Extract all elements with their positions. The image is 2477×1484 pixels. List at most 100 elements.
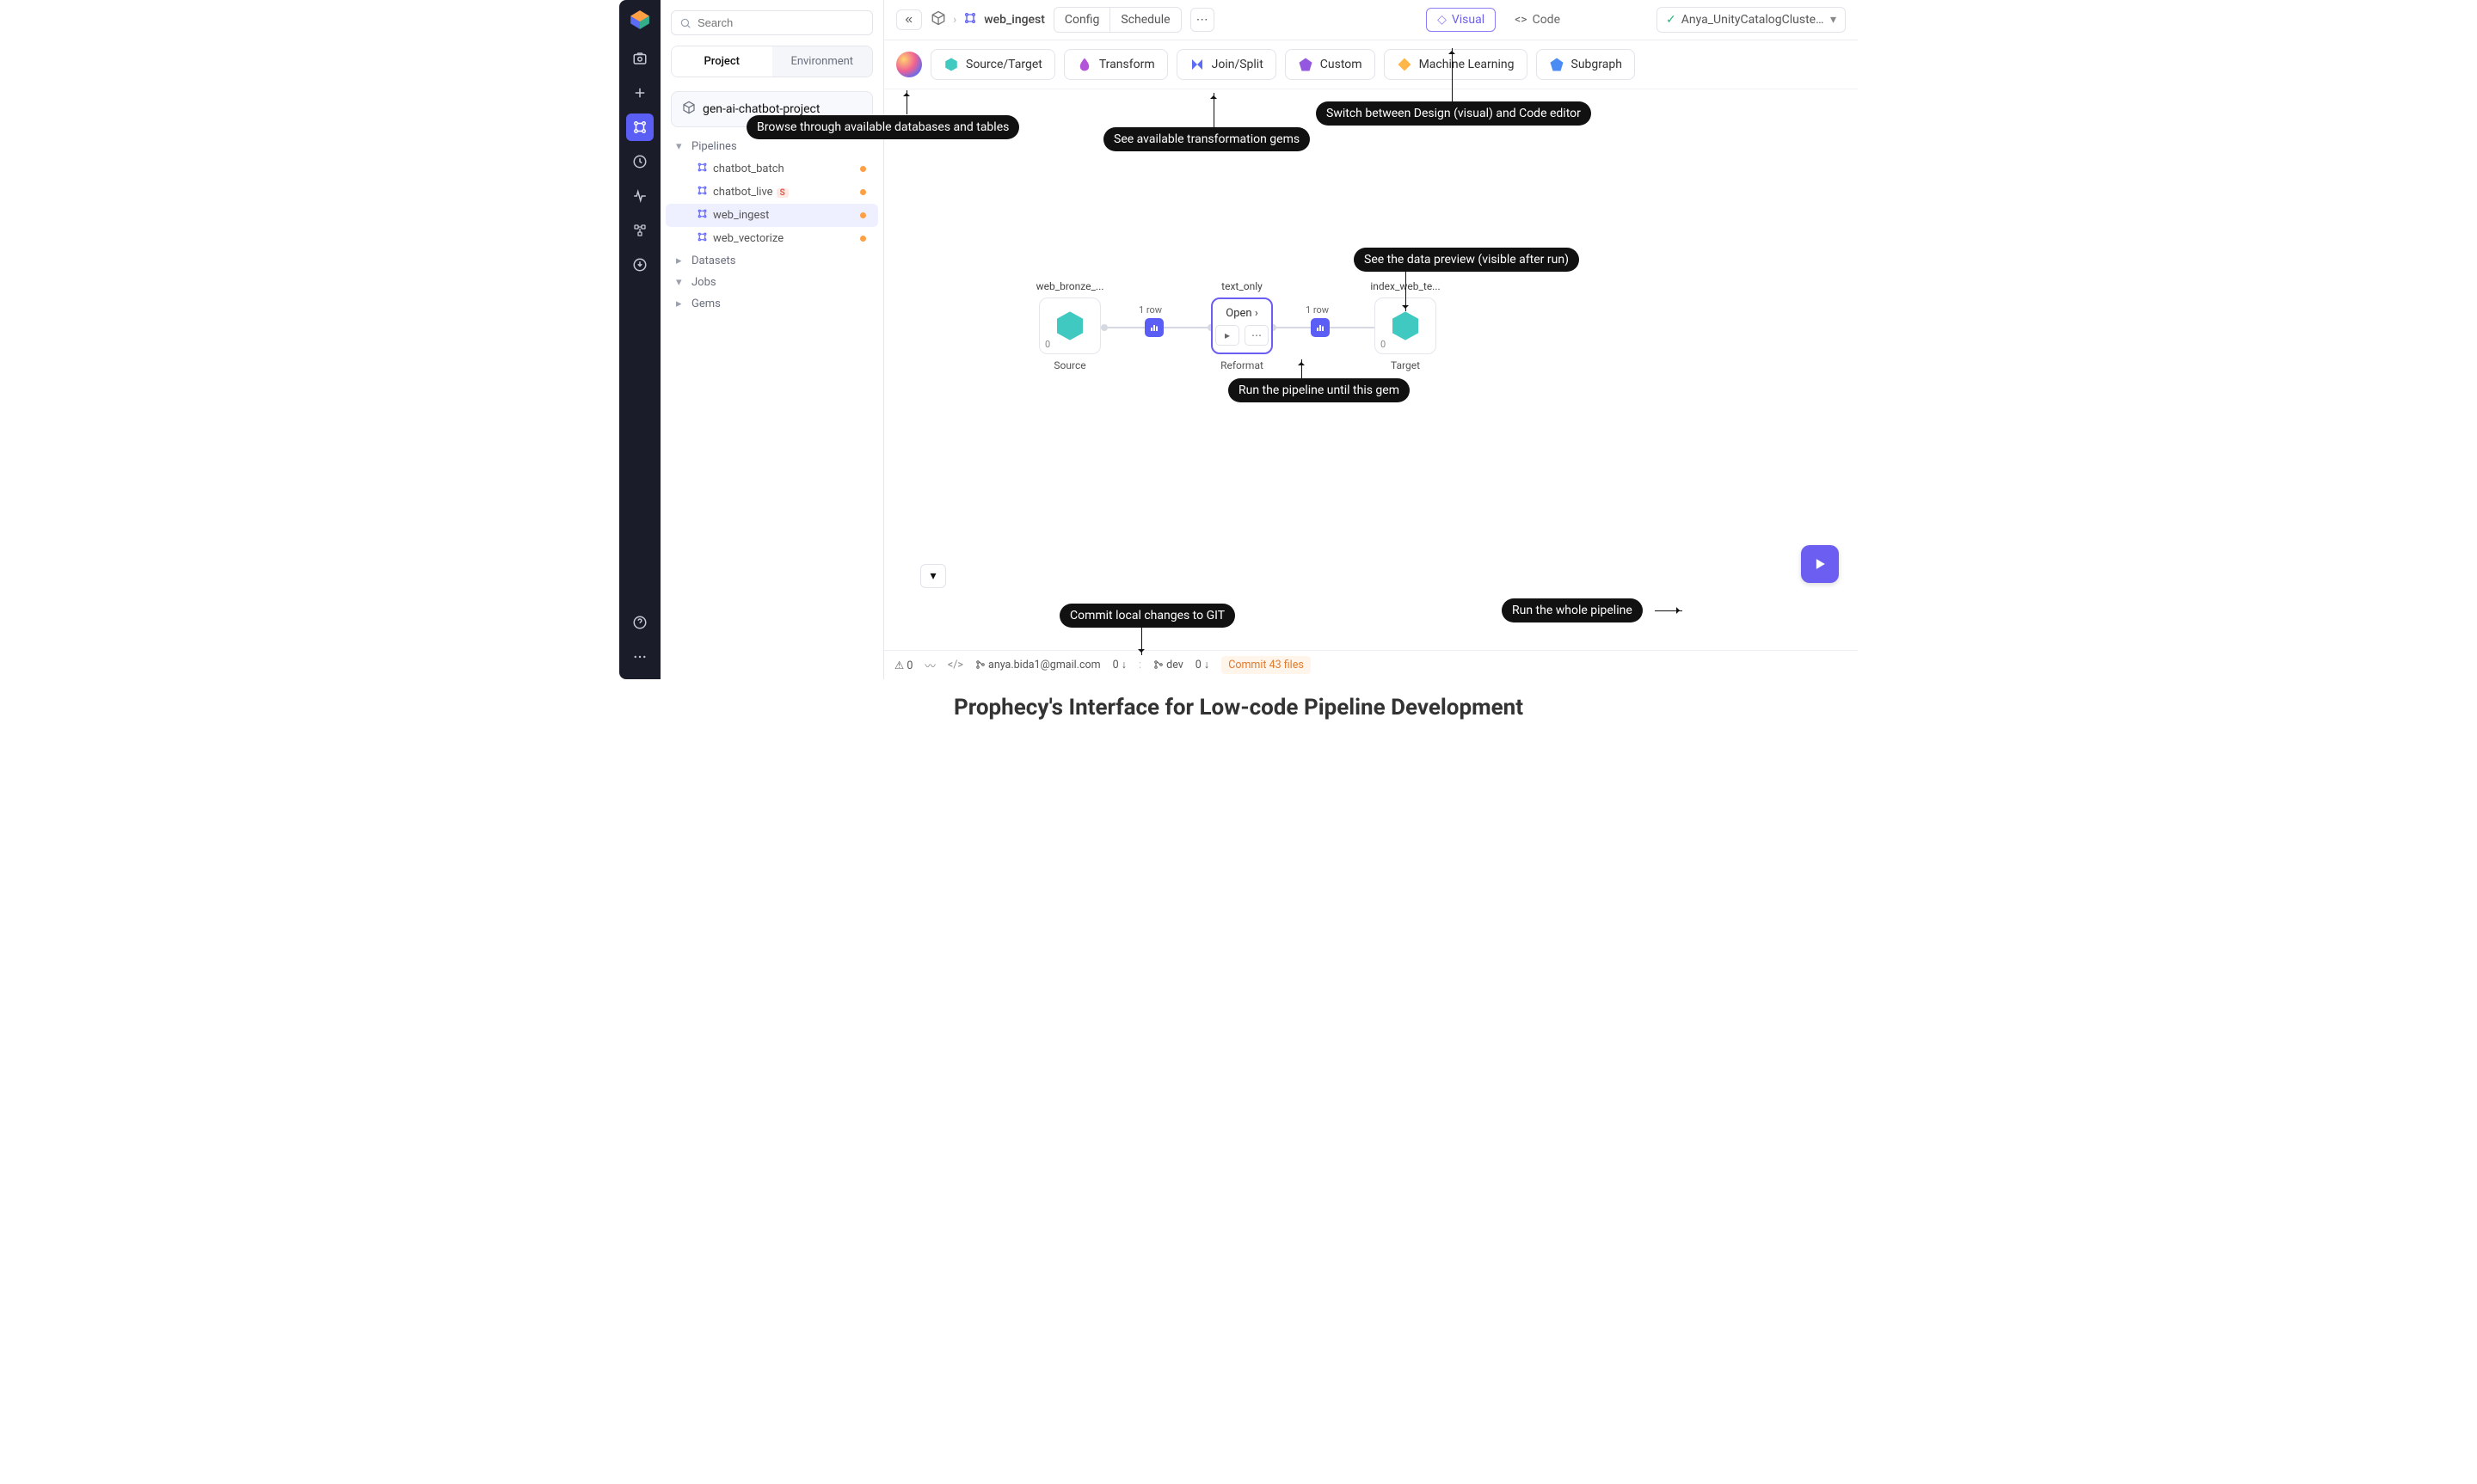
search-icon (679, 17, 691, 33)
gem-ml[interactable]: Machine Learning (1384, 49, 1527, 80)
project-tree: ▾Pipelines chatbot_batch chatbot_liveS w… (661, 136, 883, 679)
chevron-down-icon: ▾ (676, 140, 686, 153)
rail-btn-help[interactable] (626, 609, 654, 636)
gem-toolbar: Source/Target Transform Join/Split Custo… (884, 40, 1858, 89)
node-count: 0 (1045, 339, 1050, 350)
status-dot-icon (860, 212, 866, 218)
pull-count[interactable]: 0 ↓ (1113, 659, 1127, 671)
canvas-node-source[interactable]: web_bronze_... 0 Source (1039, 297, 1101, 371)
tree-item-label: chatbot_batch (713, 163, 868, 175)
tree-item-pipeline[interactable]: web_ingest (666, 204, 878, 227)
status-dot-icon (860, 236, 866, 242)
split-icon (1189, 57, 1205, 72)
tab-environment[interactable]: Environment (772, 46, 873, 77)
back-button[interactable] (896, 9, 922, 30)
gem-transform[interactable]: Transform (1064, 49, 1168, 80)
annotation: Run the whole pipeline (1502, 598, 1643, 622)
code-view-button[interactable]: <> Code (1504, 9, 1570, 31)
config-button[interactable]: Config (1054, 8, 1109, 32)
arrow-icon (1141, 628, 1142, 655)
rail-btn-add[interactable] (626, 79, 654, 107)
rail-btn-camera[interactable] (626, 45, 654, 72)
gem-subgraph[interactable]: Subgraph (1536, 49, 1635, 80)
breadcrumb: › web_ingest (931, 10, 1045, 29)
chevron-down-icon: ▾ (1830, 13, 1836, 27)
gem-label: Machine Learning (1419, 58, 1515, 71)
chevron-right-icon: ▸ (676, 297, 686, 310)
canvas-node-reformat[interactable]: text_only Open › ▸ ⋯ Reformat (1211, 297, 1273, 371)
data-preview-button[interactable] (1311, 318, 1330, 337)
annotation: Switch between Design (visual) and Code … (1316, 101, 1591, 126)
data-preview-button[interactable] (1145, 318, 1164, 337)
node-count: 0 (1380, 339, 1386, 350)
pipeline-icon (697, 185, 708, 199)
rail-btn-pipeline[interactable] (626, 113, 654, 141)
figure-caption: Prophecy's Interface for Low-code Pipeli… (619, 679, 1858, 741)
arrow-icon (1655, 610, 1682, 611)
gem-label: Transform (1099, 58, 1155, 71)
hexagon-icon (1388, 309, 1423, 343)
more-button[interactable]: ⋯ (1190, 8, 1214, 32)
tree-group-jobs[interactable]: ▾Jobs (666, 272, 878, 293)
gem-custom[interactable]: Custom (1285, 49, 1375, 80)
commit-button[interactable]: Commit 43 files (1221, 656, 1311, 674)
rail-btn-download[interactable] (626, 251, 654, 279)
tree-item-pipeline[interactable]: chatbot_batch (666, 157, 878, 181)
push-count[interactable]: 0 ↓ (1195, 659, 1209, 671)
open-node-button[interactable]: Open › (1226, 307, 1257, 320)
annotation: See available transformation gems (1103, 127, 1310, 151)
tree-item-label: web_ingest (713, 209, 868, 222)
hexagon-icon (943, 57, 959, 72)
code-label: Code (1533, 13, 1560, 27)
copilot-icon[interactable] (896, 52, 922, 77)
tree-item-label: chatbot_liveS (713, 186, 868, 199)
git-user[interactable]: anya.bida1@gmail.com (975, 659, 1101, 671)
warning-count[interactable]: ⚠ 0 (894, 659, 913, 672)
row-count: 1 row (1306, 304, 1329, 316)
run-until-button[interactable]: ▸ (1215, 325, 1239, 346)
status-dot-icon (860, 166, 866, 172)
visual-view-button[interactable]: ◇ Visual (1426, 8, 1496, 32)
chevron-right-icon: › (953, 13, 956, 27)
gem-label: Custom (1320, 58, 1362, 71)
node-subtitle: Target (1391, 359, 1420, 371)
tree-group-datasets[interactable]: ▸Datasets (666, 250, 878, 272)
cube-icon[interactable] (931, 10, 946, 29)
tree-group-gems[interactable]: ▸Gems (666, 293, 878, 315)
git-branch[interactable]: dev (1153, 659, 1183, 671)
row-count: 1 row (1139, 304, 1162, 316)
rail-btn-history[interactable] (626, 148, 654, 175)
annotation: See the data preview (visible after run) (1354, 248, 1579, 272)
pipeline-canvas[interactable]: 1 row 1 row web_bronze_... 0 Source text… (884, 89, 1858, 650)
node-title: text_only (1199, 280, 1285, 292)
node-more-button[interactable]: ⋯ (1245, 325, 1269, 346)
project-name: gen-ai-chatbot-project (703, 102, 820, 116)
config-schedule-group: Config Schedule (1054, 7, 1182, 33)
cluster-selector[interactable]: ✓ Anya_UnityCatalogClusters_U... ▾ (1656, 7, 1846, 33)
search-input[interactable] (671, 10, 873, 35)
pipeline-icon (697, 208, 708, 223)
tree-label: Datasets (691, 254, 868, 267)
chevron-down-icon: ▾ (676, 276, 686, 289)
rail-btn-activity[interactable] (626, 182, 654, 210)
node-subtitle: Source (1054, 359, 1085, 371)
canvas-menu-button[interactable]: ▾ (920, 564, 946, 588)
rail-btn-more[interactable] (626, 643, 654, 671)
search-wrap (661, 0, 883, 46)
gem-join-split[interactable]: Join/Split (1177, 49, 1276, 80)
tree-item-pipeline[interactable]: chatbot_liveS (666, 181, 878, 204)
cluster-name: Anya_UnityCatalogClusters_U... (1681, 13, 1825, 27)
hexagon-icon (1053, 309, 1087, 343)
run-pipeline-button[interactable] (1801, 545, 1839, 583)
schedule-button[interactable]: Schedule (1109, 8, 1180, 32)
node-subtitle: Reformat (1220, 359, 1263, 371)
sidebar: Project Environment gen-ai-chatbot-proje… (661, 0, 884, 679)
tab-project[interactable]: Project (672, 46, 772, 77)
code-icon[interactable]: </> (948, 659, 963, 671)
annotation: Commit local changes to GIT (1060, 604, 1235, 628)
tree-item-pipeline[interactable]: web_vectorize (666, 227, 878, 250)
rail-btn-lineage[interactable] (626, 217, 654, 244)
arrow-icon (1301, 359, 1302, 378)
metrics-icon[interactable]: 〰 (925, 657, 936, 673)
gem-source-target[interactable]: Source/Target (931, 49, 1055, 80)
